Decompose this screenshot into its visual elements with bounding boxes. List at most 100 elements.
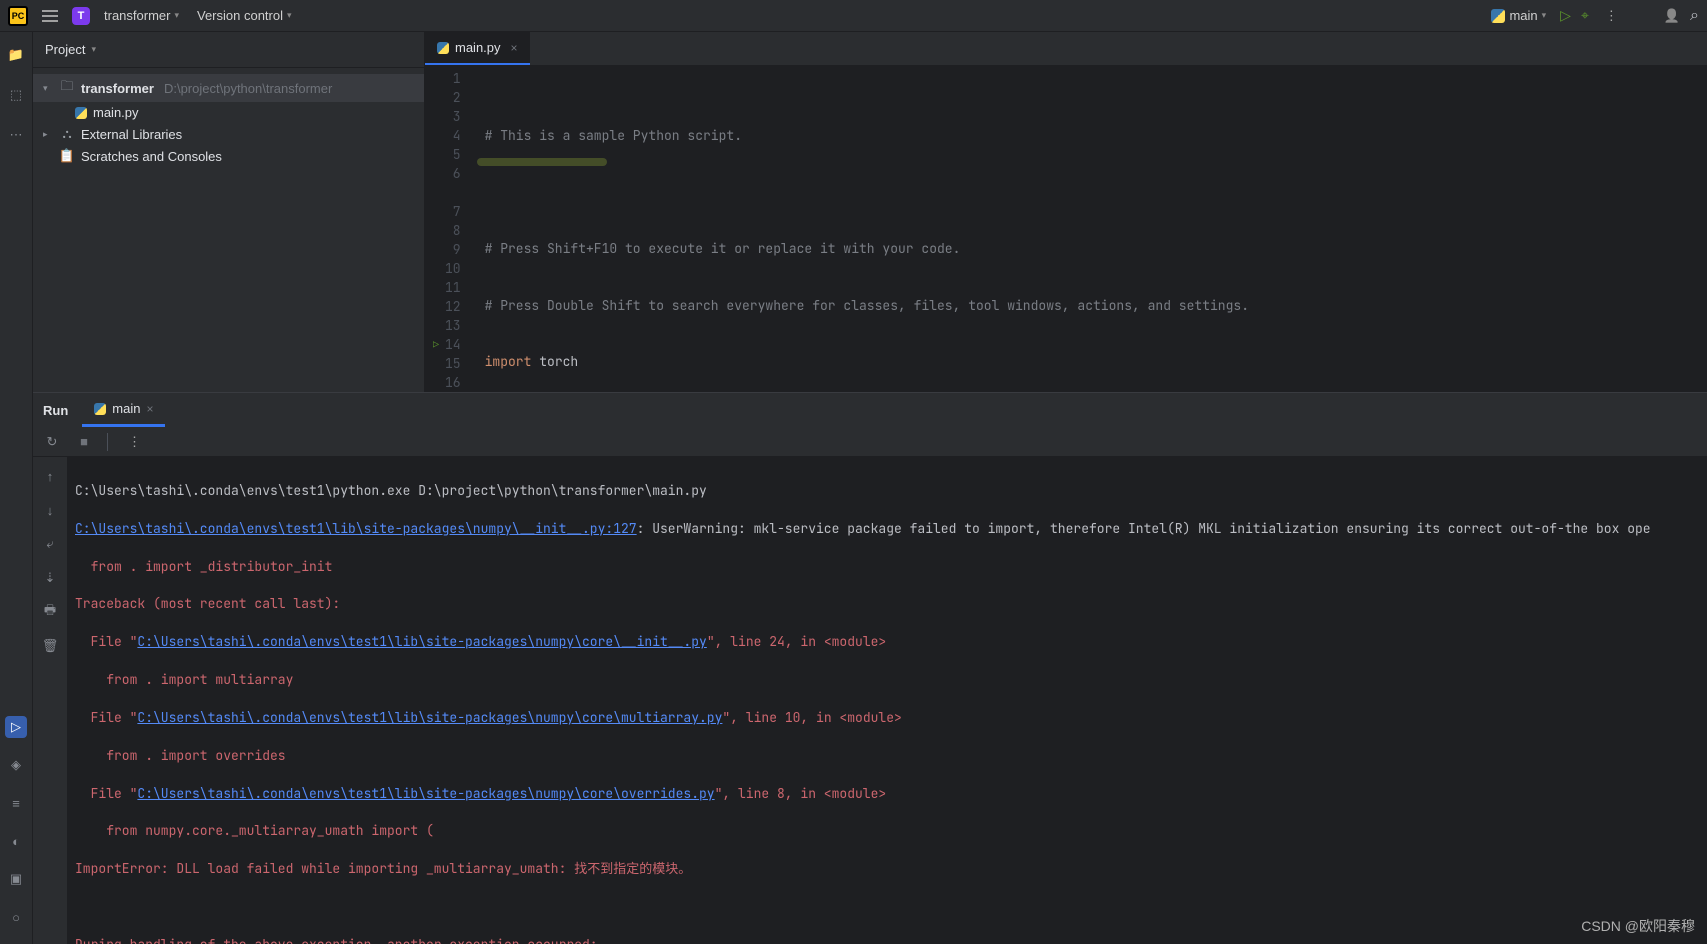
line-number: 4 (433, 127, 461, 146)
console-line: from . import overrides (75, 747, 1699, 766)
more-actions-button[interactable]: ⋮ (1599, 8, 1624, 24)
project-badge: T (72, 7, 90, 25)
soft-wrap-button[interactable]: ⤶ (39, 533, 61, 555)
file-link[interactable]: C:\Users\tashi\.conda\envs\test1\lib\sit… (137, 785, 714, 802)
console-output[interactable]: C:\Users\tashi\.conda\envs\test1\python.… (67, 457, 1707, 944)
chevron-down-icon: ▾ (1542, 10, 1547, 21)
account-icon[interactable] (1664, 8, 1680, 24)
app-logo-icon: PC (8, 6, 28, 26)
chevron-down-icon: ▾ (43, 83, 53, 94)
project-tree: ▾ 🗀 transformer D:\project\python\transf… (33, 68, 424, 173)
console-line (75, 898, 1699, 917)
root-name: transformer (81, 81, 154, 96)
library-icon: ⛬ (59, 126, 75, 142)
highlight-mark (477, 158, 607, 166)
run-toolbar: ↻ ■ ⋮ (33, 427, 1707, 457)
down-trace-button[interactable]: ↓ (39, 499, 61, 521)
ext-libs-label: External Libraries (81, 127, 182, 142)
line-number: 7 (433, 203, 461, 222)
line-number: 1 (433, 70, 461, 89)
run-button[interactable]: ▷ (1560, 7, 1571, 24)
tree-file-main[interactable]: main.py (33, 102, 424, 123)
more-tools-button[interactable]: ⋯ (5, 124, 27, 146)
services-tool-button[interactable]: ≡ (5, 792, 27, 814)
editor-area: main.py × 1 2 3 4 5 6 7 8 9 (425, 32, 1707, 392)
debug-button[interactable]: ⌖ (1581, 7, 1589, 24)
python-icon (94, 403, 106, 415)
console-line: from . import _distributor_init (75, 558, 1699, 577)
close-tab-icon[interactable]: × (146, 402, 153, 416)
editor-tabs: main.py × (425, 32, 1707, 66)
run-more-button[interactable]: ⋮ (122, 434, 147, 450)
python-console-button[interactable]: ◈ (5, 754, 27, 776)
chevron-down-icon: ▾ (174, 10, 179, 21)
console-line: During handling of the above exception, … (75, 936, 1699, 944)
line-number: 6 (433, 165, 461, 184)
project-header[interactable]: Project ▾ (33, 32, 424, 68)
folder-icon: 🗀 (59, 77, 75, 99)
tree-root-folder[interactable]: ▾ 🗀 transformer D:\project\python\transf… (33, 74, 424, 102)
up-trace-button[interactable]: ↑ (39, 465, 61, 487)
scroll-end-button[interactable]: ⇣ (39, 567, 61, 589)
file-link[interactable]: C:\Users\tashi\.conda\envs\test1\lib\sit… (75, 520, 637, 537)
problems-tool-button[interactable]: ○ (5, 906, 27, 928)
chevron-right-icon: ▸ (43, 129, 53, 140)
line-number: 9 (433, 241, 461, 260)
chevron-down-icon: ▾ (287, 10, 292, 21)
print-button[interactable]: 🖶 (39, 601, 61, 623)
close-tab-icon[interactable]: × (511, 41, 518, 55)
project-name-label: transformer (104, 8, 170, 23)
python-icon (1491, 9, 1505, 23)
vcs-label: Version control (197, 8, 283, 23)
line-number: 12 (433, 298, 461, 317)
line-number: 8 (433, 222, 461, 241)
file-link[interactable]: C:\Users\tashi\.conda\envs\test1\lib\sit… (137, 633, 706, 650)
line-number: 13 (433, 317, 461, 336)
line-number (433, 184, 461, 203)
run-config-dropdown[interactable]: main ▾ (1487, 6, 1550, 25)
console-line: ImportError: DLL load failed while impor… (75, 860, 1699, 879)
debug-tool-button[interactable]: ◐ (5, 830, 27, 852)
project-tool-button[interactable]: 📁 (5, 44, 27, 66)
gutter-run-icon[interactable]: ▷ (433, 338, 439, 353)
code-editor[interactable]: 1 2 3 4 5 6 7 8 9 10 11 12 13 ▷ (425, 66, 1707, 392)
run-tool-button[interactable]: ▷ (5, 716, 27, 738)
code-content[interactable]: # This is a sample Python script. # Pres… (475, 66, 1707, 392)
console-line: C:\Users\tashi\.conda\envs\test1\python.… (75, 482, 1699, 501)
run-panel-title: Run (43, 393, 78, 427)
tree-scratches[interactable]: 📋 Scratches and Consoles (33, 145, 424, 167)
console-line: Traceback (most recent call last): (75, 595, 1699, 614)
project-sidebar: Project ▾ ▾ 🗀 transformer D:\project\pyt… (33, 32, 425, 392)
main-menu-button[interactable] (38, 6, 62, 26)
editor-tab-main[interactable]: main.py × (425, 32, 530, 65)
line-number: 11 (433, 279, 461, 298)
run-tab-label: main (112, 401, 140, 416)
line-number: ▷14 (433, 336, 461, 355)
stop-button[interactable]: ■ (75, 433, 93, 451)
run-tab-main[interactable]: main × (82, 393, 165, 427)
search-icon[interactable] (1690, 7, 1699, 25)
console-line: File "C:\Users\tashi\.conda\envs\test1\l… (75, 709, 1699, 728)
line-number: 15 (433, 355, 461, 374)
project-dropdown[interactable]: transformer ▾ (100, 6, 183, 25)
scratches-label: Scratches and Consoles (81, 149, 222, 164)
titlebar: PC T transformer ▾ Version control ▾ mai… (0, 0, 1707, 32)
file-name: main.py (93, 105, 139, 120)
python-file-icon (437, 42, 449, 54)
clear-button[interactable]: 🗑 (39, 635, 61, 657)
root-path: D:\project\python\transformer (164, 81, 332, 96)
vcs-dropdown[interactable]: Version control ▾ (193, 6, 296, 25)
file-link[interactable]: C:\Users\tashi\.conda\envs\test1\lib\sit… (137, 709, 722, 726)
tree-external-libs[interactable]: ▸ ⛬ External Libraries (33, 123, 424, 145)
run-tabs: Run main × (33, 393, 1707, 427)
rerun-button[interactable]: ↻ (43, 433, 61, 451)
terminal-tool-button[interactable]: ▣ (5, 868, 27, 890)
console-line: File "C:\Users\tashi\.conda\envs\test1\l… (75, 785, 1699, 804)
structure-tool-button[interactable]: ⬚ (5, 84, 27, 106)
tab-label: main.py (455, 40, 501, 55)
line-number: 2 (433, 89, 461, 108)
console-line: from numpy.core._multiarray_umath import… (75, 822, 1699, 841)
console-line: File "C:\Users\tashi\.conda\envs\test1\l… (75, 633, 1699, 652)
run-config-label: main (1509, 8, 1537, 23)
line-number: 3 (433, 108, 461, 127)
